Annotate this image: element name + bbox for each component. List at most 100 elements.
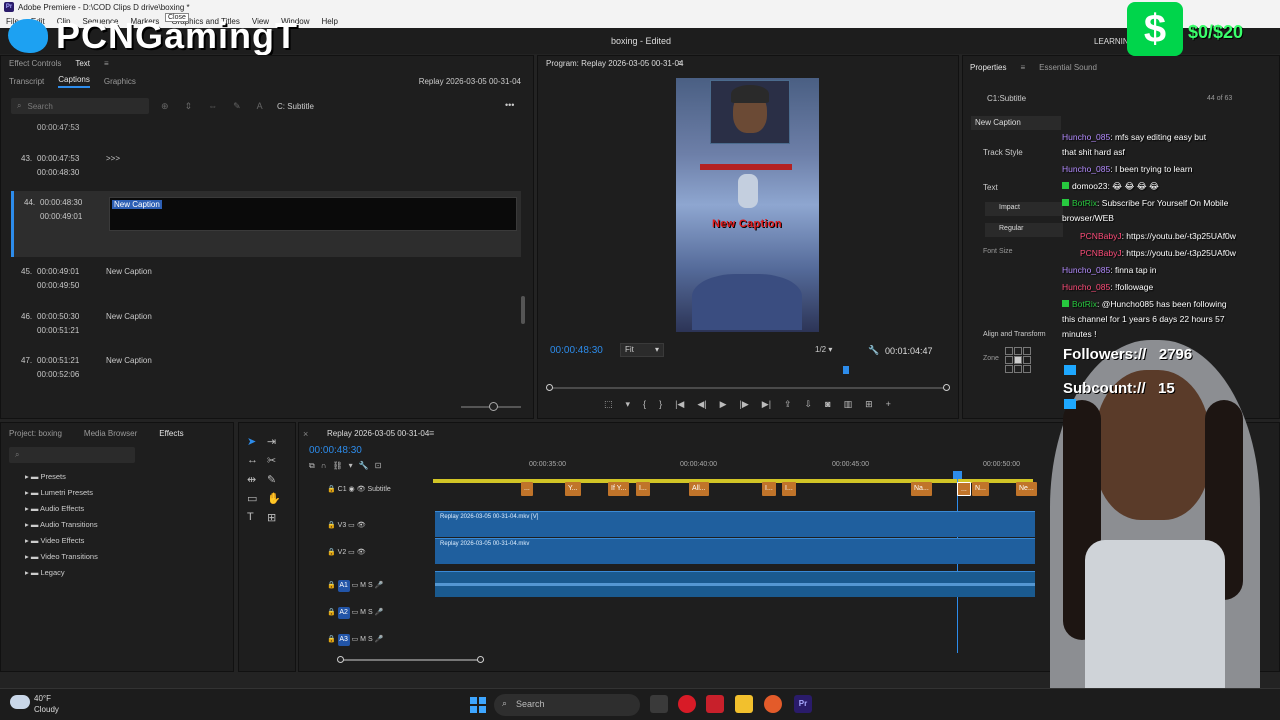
font-style-dropdown[interactable]: Regular <box>985 223 1063 237</box>
tab-media-browser[interactable]: Media Browser <box>84 429 137 438</box>
snap-icon[interactable]: ∩ <box>321 461 327 471</box>
section-track-style[interactable]: Track Style <box>983 148 1023 157</box>
subtitle-chip-selected[interactable]: ... <box>957 482 971 496</box>
timeline-menu-icon[interactable]: ≡ <box>429 428 434 438</box>
subtab-transcript[interactable]: Transcript <box>9 77 44 86</box>
captions-icon[interactable]: ⊡ <box>375 461 382 471</box>
subtab-captions[interactable]: Captions <box>58 75 90 88</box>
lift-icon[interactable]: ⇪ <box>784 399 792 410</box>
tab-menu-icon[interactable]: ≡ <box>104 59 109 68</box>
menu-help[interactable]: Help <box>322 17 338 26</box>
add-caption-icon[interactable]: ⊕ <box>161 101 169 112</box>
program-playhead[interactable] <box>843 366 849 374</box>
app-red-icon[interactable] <box>706 695 724 713</box>
subtab-graphics[interactable]: Graphics <box>104 77 136 86</box>
caption-row-44-selected[interactable]: 44. 00:00:48:30 00:00:49:01 New Caption <box>11 191 521 257</box>
wrench-icon[interactable]: 🔧 <box>868 345 879 356</box>
mark-in-icon[interactable]: { <box>643 399 646 410</box>
extract-icon[interactable]: ⇩ <box>805 399 813 410</box>
section-text[interactable]: Text <box>983 183 998 192</box>
pen-icon[interactable]: ✎ <box>267 473 287 486</box>
caption-edit-box[interactable]: New Caption <box>109 197 517 231</box>
taskbar-search[interactable]: ⌕ Search <box>494 694 640 716</box>
search-input[interactable]: Search <box>27 102 52 111</box>
rectangle-icon[interactable]: ▭ <box>247 492 267 505</box>
subtitle-chip[interactable]: I... <box>636 482 650 496</box>
go-to-in-icon[interactable]: |◀ <box>675 399 684 410</box>
add-marker-icon[interactable]: ▾ <box>626 399 631 410</box>
fit-dropdown[interactable]: Fit ▾ <box>620 343 664 357</box>
caption-row-43[interactable]: 43. 00:00:47:53 00:00:48:30 >>> <box>11 154 521 184</box>
video-clip-v3[interactable]: Replay 2026-03-05 00-31-04.mkv [V] <box>435 511 1035 537</box>
caption-scrollbar[interactable] <box>521 296 525 324</box>
subtitle-chip[interactable]: If Y... <box>608 482 630 496</box>
merge-caption-icon[interactable]: ⇔ <box>208 101 217 112</box>
section-align-transform[interactable]: Align and Transform <box>983 331 1046 338</box>
vr-icon[interactable]: ⊞ <box>865 399 873 410</box>
subtitle-chip[interactable]: I... <box>782 482 796 496</box>
scroll-end-handle[interactable] <box>477 656 484 663</box>
add-marker-icon[interactable]: ▾ <box>349 461 353 471</box>
play-icon[interactable]: ▶ <box>720 399 727 410</box>
close-icon[interactable]: × <box>303 429 308 439</box>
folder-presets[interactable]: ▸ ▬ Presets <box>25 469 98 485</box>
playhead-handle[interactable] <box>953 471 962 479</box>
timeline-zoom-scroll[interactable] <box>339 659 484 661</box>
caption-edit-text[interactable]: New Caption <box>112 200 162 209</box>
premiere-taskbar-icon[interactable]: Pr <box>794 695 812 713</box>
folder-audio-effects[interactable]: ▸ ▬ Audio Effects <box>25 501 98 517</box>
caption-row-46[interactable]: 46. 00:00:50:30 00:00:51:21 New Caption <box>11 312 521 342</box>
subtitle-chip[interactable]: ... <box>521 482 533 496</box>
timeline-current-time[interactable]: 00:00:48:30 <box>309 445 362 456</box>
settings-icon[interactable]: 🔧 <box>359 461 369 471</box>
edit-icon[interactable]: ✎ <box>233 101 241 112</box>
app-orange-icon[interactable] <box>764 695 782 713</box>
type-icon[interactable]: T <box>247 511 267 524</box>
subtitle-chip[interactable]: All... <box>689 482 709 496</box>
marker-icon[interactable]: ⬚ <box>604 399 613 410</box>
scrub-start-handle[interactable] <box>546 384 553 391</box>
folder-legacy[interactable]: ▸ ▬ Legacy <box>25 565 98 581</box>
tab-text[interactable]: Text <box>75 59 90 68</box>
add-button-icon[interactable]: + <box>886 399 891 410</box>
zoom-slider-handle[interactable] <box>489 402 498 411</box>
export-frame-icon[interactable]: ◙ <box>825 399 830 410</box>
track-id[interactable]: A3 <box>337 634 350 646</box>
split-caption-icon[interactable]: ⇕ <box>185 101 193 112</box>
slip-icon[interactable]: ⇹ <box>247 473 267 486</box>
subtitle-chip[interactable]: Ne... <box>1016 482 1037 496</box>
file-explorer-icon[interactable] <box>735 695 753 713</box>
selection-tool-icon[interactable]: ➤ <box>247 435 267 448</box>
windows-start-icon[interactable] <box>470 697 486 713</box>
caption-row-45[interactable]: 45. 00:00:49:01 00:00:49:50 New Caption <box>11 267 521 297</box>
compare-icon[interactable]: ▥ <box>844 399 853 410</box>
video-clip-v2[interactable]: Replay 2026-03-05 00-31-04.mkv <box>435 538 1035 564</box>
track-select-icon[interactable]: ⇥ <box>267 435 287 448</box>
program-scrubber[interactable] <box>549 387 946 389</box>
caption-row-47[interactable]: 47. 00:00:51:21 00:00:52:06 New Caption <box>11 356 521 386</box>
workspace-learning[interactable]: LEARNIN <box>1094 37 1129 46</box>
nest-icon[interactable]: ⧉ <box>309 461 315 471</box>
weather-temp[interactable]: 40°F <box>34 694 51 703</box>
step-back-icon[interactable]: ◀| <box>697 399 706 410</box>
subtitle-chip[interactable]: I... <box>762 482 776 496</box>
tab-project[interactable]: Project: boxing <box>9 429 62 438</box>
scroll-start-handle[interactable] <box>337 656 344 663</box>
caption-tool-icon[interactable]: ⊞ <box>267 511 287 524</box>
linked-selection-icon[interactable]: ⛓ <box>332 461 342 471</box>
subtitle-chip[interactable]: Y... <box>565 482 581 496</box>
tab-essential-sound[interactable]: Essential Sound <box>1039 63 1097 72</box>
more-options-icon[interactable]: ••• <box>505 100 514 110</box>
resolution-dropdown[interactable]: 1/2 ▾ <box>815 343 855 357</box>
caption-field[interactable]: New Caption <box>971 116 1061 130</box>
go-to-out-icon[interactable]: ▶| <box>762 399 771 410</box>
subtitle-chip[interactable]: Na... <box>911 482 932 496</box>
step-forward-icon[interactable]: |▶ <box>740 399 749 410</box>
mark-out-icon[interactable]: } <box>659 399 662 410</box>
caption-search[interactable]: ⌕ Search <box>11 98 149 114</box>
zone-grid[interactable] <box>1005 347 1031 373</box>
program-menu-icon[interactable]: ≡ <box>678 58 683 68</box>
subtitle-chip[interactable]: N... <box>972 482 989 496</box>
audio-clip-a1[interactable] <box>435 571 1035 597</box>
weather-desc[interactable]: Cloudy <box>34 705 59 714</box>
